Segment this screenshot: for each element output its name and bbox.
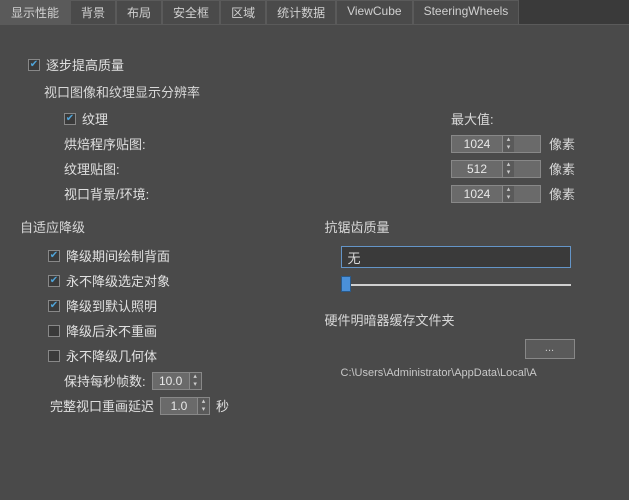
chevron-down-icon[interactable]: ▾ [198, 406, 209, 414]
degrade-checkbox-2[interactable]: ✔ [48, 300, 60, 312]
chevron-down-icon[interactable]: ▾ [503, 194, 514, 202]
chevron-down-icon[interactable]: ▾ [190, 381, 201, 389]
viewport-bg-spinner[interactable]: 1024 ▴▾ [451, 185, 541, 203]
degrade-item-4: 永不降级几何体 [48, 346, 305, 365]
aa-dropdown[interactable]: 无 [341, 246, 571, 268]
antialias-panel: 抗锯齿质量 无 硬件明暗器缓存文件夹 ... C:\Users\Administ… [325, 217, 610, 421]
baked-maps-spinner[interactable]: 1024 ▴▾ [451, 135, 541, 153]
cache-title: 硬件明暗器缓存文件夹 [325, 310, 610, 329]
chevron-up-icon[interactable]: ▴ [503, 136, 514, 144]
chevron-up-icon[interactable]: ▴ [503, 161, 514, 169]
unit-pixels: 像素 [549, 159, 599, 178]
progressive-checkbox[interactable]: ✔ [28, 59, 40, 71]
degrade-item-0: ✔ 降级期间绘制背面 [48, 246, 305, 265]
texture-maps-spinner[interactable]: 512 ▴▾ [451, 160, 541, 178]
degrade-item-2: ✔ 降级到默认照明 [48, 296, 305, 315]
baked-maps-label: 烘焙程序贴图: [64, 134, 443, 153]
redraw-spinner[interactable]: 1.0 ▴▾ [160, 397, 210, 415]
max-value-header: 最大值: [451, 109, 541, 128]
degrade-item-1: ✔ 永不降级选定对象 [48, 271, 305, 290]
aa-slider[interactable] [341, 274, 571, 294]
cache-path: C:\Users\Administrator\AppData\Local\A [341, 367, 610, 379]
texture-maps-label: 纹理贴图: [64, 159, 443, 178]
texture-label: 纹理 [82, 109, 108, 128]
degrade-checkbox-0[interactable]: ✔ [48, 250, 60, 262]
degrade-item-3: 降级后永不重画 [48, 321, 305, 340]
aa-value: 无 [348, 248, 361, 267]
tab-3[interactable]: 安全框 [162, 0, 220, 24]
unit-pixels: 像素 [549, 184, 599, 203]
degrade-checkbox-4[interactable] [48, 350, 60, 362]
fps-label: 保持每秒帧数: [64, 371, 146, 390]
degrade-item-label: 降级期间绘制背面 [66, 246, 170, 265]
tab-7[interactable]: SteeringWheels [413, 0, 520, 24]
degrade-item-label: 降级到默认照明 [66, 296, 157, 315]
resolution-section-title: 视口图像和纹理显示分辨率 [44, 82, 609, 101]
viewport-bg-label: 视口背景/环境: [64, 184, 443, 203]
degrade-item-label: 永不降级选定对象 [66, 271, 170, 290]
tab-5[interactable]: 统计数据 [266, 0, 336, 24]
redraw-label: 完整视口重画延迟 [50, 396, 154, 415]
browse-button[interactable]: ... [525, 339, 575, 359]
degrade-title: 自适应降级 [20, 217, 305, 236]
degrade-checkbox-3[interactable] [48, 325, 60, 337]
chevron-up-icon[interactable]: ▴ [190, 373, 201, 381]
unit-pixels: 像素 [549, 134, 599, 153]
tab-0[interactable]: 显示性能 [0, 0, 70, 24]
tab-4[interactable]: 区域 [220, 0, 266, 24]
degrade-item-label: 降级后永不重画 [66, 321, 157, 340]
tabs-bar: 显示性能背景布局安全框区域统计数据ViewCubeSteeringWheels [0, 0, 629, 25]
slider-thumb[interactable] [341, 276, 351, 292]
tab-1[interactable]: 背景 [70, 0, 116, 24]
redraw-unit: 秒 [216, 396, 229, 415]
texture-checkbox[interactable]: ✔ [64, 113, 76, 125]
degrade-checkbox-1[interactable]: ✔ [48, 275, 60, 287]
tab-2[interactable]: 布局 [116, 0, 162, 24]
adaptive-degrade-panel: 自适应降级 ✔ 降级期间绘制背面 ✔ 永不降级选定对象 ✔ 降级到默认照明降级后永不重画永… [20, 217, 305, 421]
fps-spinner[interactable]: 10.0 ▴▾ [152, 372, 202, 390]
tab-6[interactable]: ViewCube [336, 0, 412, 24]
progressive-label: 逐步提高质量 [46, 55, 124, 74]
resolution-grid: ✔ 纹理 最大值: 烘焙程序贴图: 1024 ▴▾ 像素 纹理贴图: 512 ▴… [48, 109, 599, 203]
degrade-item-label: 永不降级几何体 [66, 346, 157, 365]
chevron-up-icon[interactable]: ▴ [503, 186, 514, 194]
content-area: ✔ 逐步提高质量 视口图像和纹理显示分辨率 ✔ 纹理 最大值: 烘焙程序贴图: … [0, 25, 629, 431]
chevron-down-icon[interactable]: ▾ [503, 169, 514, 177]
aa-title: 抗锯齿质量 [325, 217, 610, 236]
chevron-down-icon[interactable]: ▾ [503, 144, 514, 152]
chevron-up-icon[interactable]: ▴ [198, 398, 209, 406]
